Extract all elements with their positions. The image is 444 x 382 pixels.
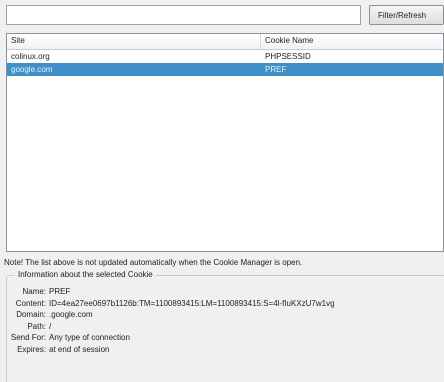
row-cookie-name: PREF	[265, 65, 287, 74]
list-header: Site Cookie Name	[7, 34, 443, 50]
column-header-cookie-name[interactable]: Cookie Name	[261, 34, 443, 49]
detail-row-expires: Expires: at end of session	[7, 344, 443, 356]
detail-label: Path:	[27, 321, 46, 331]
update-note: Note! The list above is not updated auto…	[4, 258, 303, 267]
detail-value: PREF	[49, 287, 71, 296]
detail-row-send-for: Send For: Any type of connection	[7, 332, 443, 344]
detail-label: Content:	[15, 298, 46, 308]
detail-value: at end of session	[49, 344, 110, 354]
filter-refresh-button[interactable]: Filter/Refresh	[369, 5, 444, 25]
detail-value: /	[49, 321, 52, 331]
detail-row-name: Name: PREF	[7, 286, 443, 298]
detail-label: Domain:	[16, 310, 46, 319]
column-header-site[interactable]: Site	[7, 34, 261, 49]
row-cookie-name: PHPSESSID	[265, 52, 311, 61]
detail-label: Send For:	[10, 333, 46, 342]
cookie-info-title: Information about the selected Cookie	[15, 270, 156, 279]
detail-label: Name:	[22, 287, 46, 296]
row-site: colinux.org	[11, 52, 50, 61]
detail-row-domain: Domain: .google.com	[7, 309, 443, 321]
list-row-0[interactable]: colinux.org PHPSESSID	[7, 50, 443, 63]
detail-label: Expires:	[17, 344, 46, 354]
detail-value: ID=4ea27ee0697b1126b:TM=1100893415:LM=11…	[49, 298, 335, 308]
cookie-list[interactable]: Site Cookie Name colinux.org PHPSESSID g…	[6, 33, 444, 252]
filter-input[interactable]	[6, 5, 361, 25]
detail-value: Any type of connection	[49, 333, 130, 342]
row-site: google.com	[11, 65, 53, 74]
cookie-details: Name: PREF Content: ID=4ea27ee0697b1126b…	[7, 286, 443, 355]
cookie-manager-window: Filter/Refresh Site Cookie Name colinux.…	[0, 0, 444, 382]
list-row-1[interactable]: google.com PREF	[7, 63, 443, 76]
cookie-info-group: Information about the selected Cookie Na…	[6, 270, 444, 382]
detail-row-content: Content: ID=4ea27ee0697b1126b:TM=1100893…	[7, 298, 443, 310]
detail-value: .google.com	[49, 310, 93, 319]
detail-row-path: Path: /	[7, 321, 443, 333]
